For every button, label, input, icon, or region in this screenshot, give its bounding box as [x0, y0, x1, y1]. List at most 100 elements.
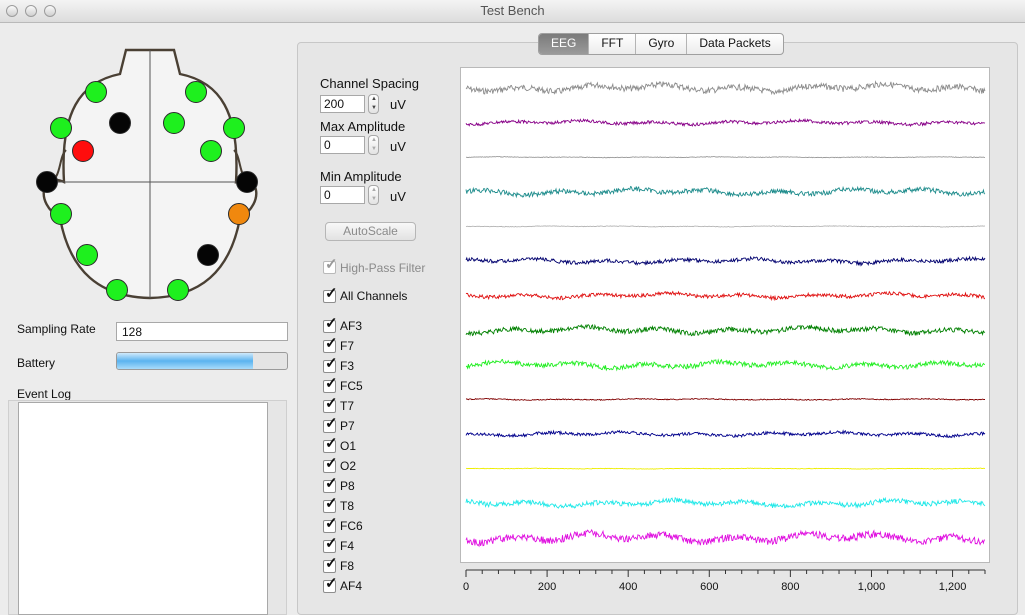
sensor-o2 — [106, 279, 128, 301]
channel-checkbox-fc6[interactable]: ✓ — [323, 516, 338, 533]
tab-eeg[interactable]: EEG — [539, 34, 590, 54]
checkmark-icon: ✓ — [325, 475, 338, 492]
checkmark-icon: ✓ — [325, 256, 338, 273]
sensor-f3 — [109, 112, 131, 134]
channel-checkbox-f4[interactable]: ✓ — [323, 536, 338, 553]
trace-t7 — [465, 225, 986, 228]
view-tabs: EEG FFT Gyro Data Packets — [538, 33, 784, 55]
checkmark-icon: ✓ — [325, 455, 338, 472]
checkmark-icon: ✓ — [325, 575, 338, 592]
min-amplitude-unit: uV — [390, 189, 406, 204]
trace-f7 — [465, 118, 986, 128]
sensor-p7 — [50, 203, 72, 225]
sensor-f4 — [236, 171, 258, 193]
autoscale-button[interactable]: AutoScale — [325, 222, 416, 241]
min-amplitude-field[interactable]: 0 — [320, 186, 365, 204]
highpass-filter-label: High-Pass Filter — [340, 261, 426, 275]
sensor-f7 — [50, 117, 72, 139]
x-tick-label: 1,000 — [858, 581, 886, 593]
checkmark-icon: ✓ — [325, 515, 338, 532]
stepper-up-icon: ▲ — [371, 96, 377, 102]
channel-label-f4: F4 — [340, 539, 355, 553]
channel-checkbox-f7[interactable]: ✓ — [323, 336, 338, 353]
channel-label-af4: AF4 — [340, 579, 363, 593]
channel-label-p8: P8 — [340, 479, 355, 493]
eeg-chart: 0 200 400 600 800 1,000 1,200 — [463, 80, 986, 593]
battery-label: Battery — [17, 356, 56, 370]
channel-label-p7: P7 — [340, 419, 355, 433]
min-amplitude-label: Min Amplitude — [320, 169, 402, 184]
tab-fft[interactable]: FFT — [589, 34, 637, 54]
window-titlebar: Test Bench — [0, 0, 1025, 23]
channel-checkbox-fc5[interactable]: ✓ — [323, 376, 338, 393]
channel-spacing-unit: uV — [390, 97, 406, 112]
event-log-label: Event Log — [17, 387, 72, 401]
stepper-up-icon: ▲ — [371, 187, 377, 193]
checkmark-icon: ✓ — [325, 285, 338, 302]
event-log-textarea[interactable] — [18, 402, 268, 615]
checkmark-icon: ✓ — [325, 315, 338, 332]
sensor-p7b — [223, 117, 245, 139]
checkmark-icon: ✓ — [325, 435, 338, 452]
checkmark-icon: ✓ — [325, 395, 338, 412]
checkmark-icon: ✓ — [325, 415, 338, 432]
checkmark-icon: ✓ — [325, 335, 338, 352]
sensor-fc6 — [228, 203, 250, 225]
sensor-t8 — [197, 244, 219, 266]
max-amplitude-unit: uV — [390, 139, 406, 154]
all-channels-checkbox[interactable]: ✓ — [323, 286, 338, 303]
sensor-fc5 — [72, 140, 94, 162]
trace-p7 — [465, 255, 986, 267]
x-tick-label: 200 — [538, 581, 556, 593]
channel-label-t7: T7 — [340, 399, 355, 413]
channel-label-t8: T8 — [340, 499, 355, 513]
trace-af4 — [465, 528, 986, 548]
max-amplitude-stepper[interactable]: ▲ ▼ — [368, 135, 379, 155]
sensor-p8b — [185, 81, 207, 103]
sensor-p8 — [167, 279, 189, 301]
x-tick-label: 400 — [619, 581, 637, 593]
max-amplitude-field[interactable]: 0 — [320, 136, 365, 154]
tab-data-packets[interactable]: Data Packets — [687, 34, 782, 54]
sensor-o1 — [76, 244, 98, 266]
sampling-rate-field[interactable]: 128 — [116, 322, 288, 341]
checkmark-icon: ✓ — [325, 375, 338, 392]
x-tick-label: 0 — [463, 581, 469, 593]
battery-fill — [117, 353, 253, 369]
channel-checkbox-f8[interactable]: ✓ — [323, 556, 338, 573]
all-channels-label: All Channels — [340, 289, 408, 303]
x-tick-label: 600 — [700, 581, 718, 593]
min-amplitude-stepper[interactable]: ▲ ▼ — [368, 185, 379, 205]
channel-checkbox-t8[interactable]: ✓ — [323, 496, 338, 513]
channel-checkbox-af3[interactable]: ✓ — [323, 316, 338, 333]
channel-checkbox-t7[interactable]: ✓ — [323, 396, 338, 413]
stepper-down-icon: ▼ — [371, 196, 377, 202]
channel-checkbox-p8[interactable]: ✓ — [323, 476, 338, 493]
channel-label-fc6: FC6 — [340, 519, 363, 533]
stepper-down-icon: ▼ — [371, 105, 377, 111]
channel-checkbox-o2[interactable]: ✓ — [323, 456, 338, 473]
trace-o2 — [465, 323, 986, 337]
channel-label-f8: F8 — [340, 559, 355, 573]
channel-checkbox-af4[interactable]: ✓ — [323, 576, 338, 593]
highpass-filter-checkbox[interactable]: ✓ — [323, 257, 338, 274]
sensor-af3 — [85, 81, 107, 103]
stepper-down-icon: ▼ — [371, 146, 377, 152]
channel-label-f7: F7 — [340, 339, 355, 353]
channel-spacing-label: Channel Spacing — [320, 76, 420, 91]
channel-label-o1: O1 — [340, 439, 357, 453]
sampling-rate-label: Sampling Rate — [17, 322, 96, 336]
trace-fc6 — [465, 429, 986, 439]
trace-f8 — [465, 496, 986, 509]
channel-spacing-stepper[interactable]: ▲ ▼ — [368, 94, 379, 114]
sensor-f8 — [200, 140, 222, 162]
channel-checkbox-p7[interactable]: ✓ — [323, 416, 338, 433]
trace-f3 — [465, 156, 985, 159]
trace-p8 — [465, 358, 986, 372]
channel-spacing-field[interactable]: 200 — [320, 95, 365, 113]
channel-checkbox-f3[interactable]: ✓ — [323, 356, 338, 373]
x-tick-label: 800 — [781, 581, 799, 593]
window-title: Test Bench — [480, 3, 545, 18]
channel-checkbox-o1[interactable]: ✓ — [323, 436, 338, 453]
tab-gyro[interactable]: Gyro — [636, 34, 688, 54]
